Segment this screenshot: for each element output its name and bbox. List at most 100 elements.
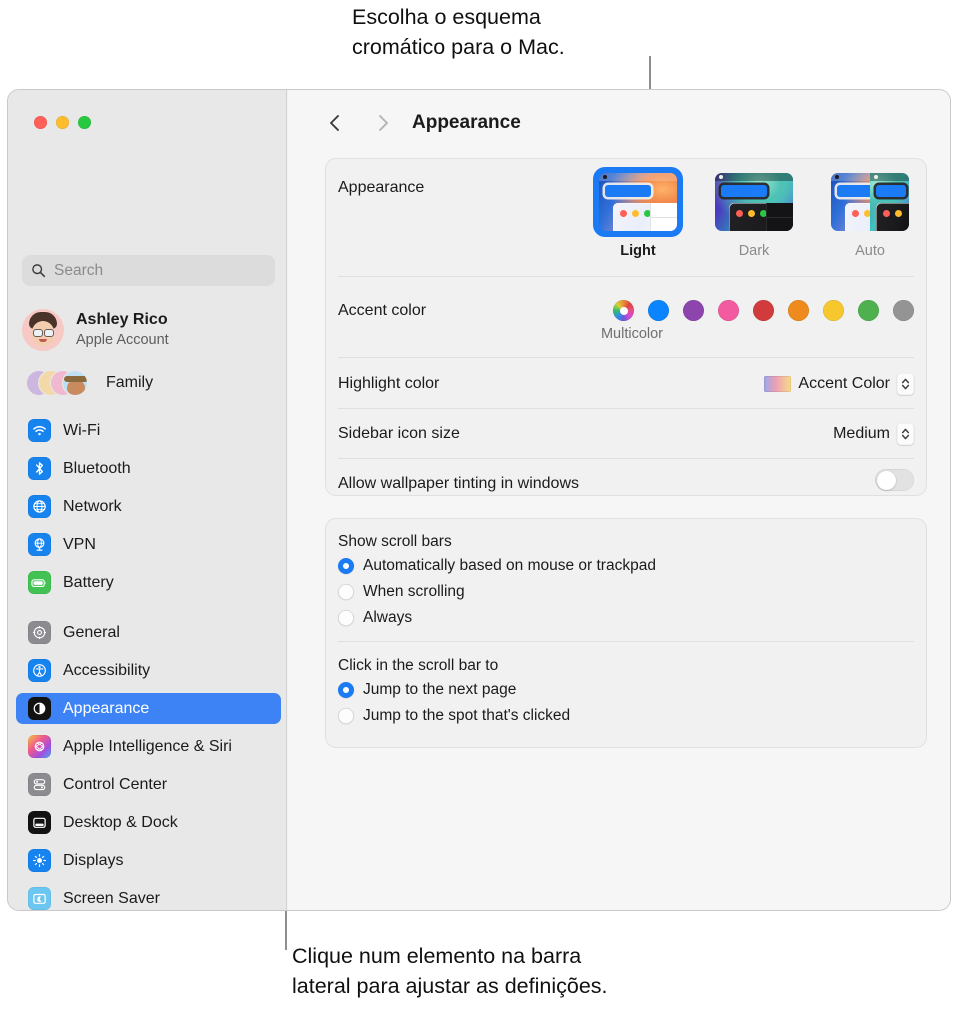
radio-show-always[interactable]: Always	[338, 609, 412, 627]
sidebar-item-wi-fi[interactable]: Wi-Fi	[16, 415, 281, 446]
sidebar-item-general[interactable]: General	[16, 617, 281, 648]
appearance-option-label: Dark	[739, 243, 770, 259]
minimize-button[interactable]	[56, 116, 69, 129]
show-scroll-bars-title: Show scroll bars	[338, 533, 452, 551]
radio-jump-to-spot[interactable]: Jump to the spot that's clicked	[338, 707, 570, 725]
account-name: Ashley Rico	[76, 310, 169, 330]
radio-show-when-scrolling[interactable]: When scrolling	[338, 583, 465, 601]
chevron-left-icon[interactable]	[324, 112, 346, 134]
avatar	[22, 309, 64, 351]
radio-indicator	[338, 682, 354, 698]
appearance-row-label: Appearance	[338, 179, 424, 197]
accent-swatch-yellow[interactable]	[823, 300, 844, 321]
accent-color-selected-name: Multicolor	[601, 326, 663, 342]
gear-icon	[28, 621, 51, 644]
sidebar-item-apple-account[interactable]: Ashley Rico Apple Account	[22, 304, 275, 356]
control-center-icon	[28, 773, 51, 796]
sidebar-item-label: Network	[63, 498, 122, 516]
appearance-options: Light	[591, 169, 917, 259]
accent-swatch-graphite[interactable]	[893, 300, 914, 321]
appearance-option-auto[interactable]: Auto	[823, 169, 917, 259]
screen-saver-icon	[28, 887, 51, 910]
appearance-option-dark[interactable]: Dark	[707, 169, 801, 259]
accent-swatch-orange[interactable]	[788, 300, 809, 321]
radio-label: Always	[363, 609, 412, 627]
sidebar-item-family[interactable]: Family	[22, 366, 275, 400]
sidebar-icon-size-label: Sidebar icon size	[338, 425, 460, 443]
accent-color-row: Accent color Multicolor	[326, 278, 926, 358]
radio-indicator	[338, 708, 354, 724]
wallpaper-tinting-row: Allow wallpaper tinting in windows	[326, 459, 926, 497]
toolbar: Appearance	[288, 90, 950, 152]
sidebar-item-label: Wi-Fi	[63, 422, 100, 440]
account-subtitle: Apple Account	[76, 331, 169, 349]
desktop-dock-icon	[28, 811, 51, 834]
sidebar-group-system: General Accessibility	[16, 617, 281, 911]
sidebar-item-label: Control Center	[63, 776, 167, 794]
callout-appearance-text: Escolha o esquema cromático para o Mac.	[352, 2, 565, 62]
accent-color-options	[613, 300, 914, 321]
search-icon	[31, 263, 46, 278]
sidebar-item-label: VPN	[63, 536, 96, 554]
sidebar-item-label: Accessibility	[63, 662, 150, 680]
sidebar-item-accessibility[interactable]: Accessibility	[16, 655, 281, 686]
sidebar-item-bluetooth[interactable]: Bluetooth	[16, 453, 281, 484]
sidebar-item-screen-saver[interactable]: Screen Saver	[16, 883, 281, 911]
siri-icon	[28, 735, 51, 758]
appearance-row: Appearance	[326, 159, 926, 277]
sidebar-item-label: Bluetooth	[63, 460, 131, 478]
click-scroll-bar-title: Click in the scroll bar to	[338, 657, 498, 675]
accent-swatch-red[interactable]	[753, 300, 774, 321]
sidebar-item-label: Desktop & Dock	[63, 814, 178, 832]
sidebar-group-network: Wi-Fi Bluetooth	[16, 415, 281, 605]
accent-swatch-multicolor[interactable]	[613, 300, 634, 321]
accent-swatch-blue[interactable]	[648, 300, 669, 321]
radio-label: Jump to the next page	[363, 681, 516, 699]
battery-icon	[28, 571, 51, 594]
callout-sidebar-text: Clique num elemento na barra lateral par…	[292, 941, 608, 1001]
bluetooth-icon	[28, 457, 51, 480]
radio-label: When scrolling	[363, 583, 465, 601]
sidebar-item-label: General	[63, 624, 120, 642]
accent-swatch-purple[interactable]	[683, 300, 704, 321]
radio-label: Automatically based on mouse or trackpad	[363, 557, 656, 575]
sidebar-item-apple-intelligence-siri[interactable]: Apple Intelligence & Siri	[16, 731, 281, 762]
sidebar-item-label: Apple Intelligence & Siri	[63, 738, 232, 756]
sidebar-icon-size-popup[interactable]: Medium	[833, 423, 914, 445]
wallpaper-tinting-label: Allow wallpaper tinting in windows	[338, 475, 579, 493]
sidebar-item-control-center[interactable]: Control Center	[16, 769, 281, 800]
radio-jump-next-page[interactable]: Jump to the next page	[338, 681, 516, 699]
chevron-right-icon[interactable]	[372, 112, 394, 134]
radio-indicator	[338, 558, 354, 574]
brightness-icon	[28, 849, 51, 872]
zoom-button[interactable]	[78, 116, 91, 129]
highlight-color-label: Highlight color	[338, 375, 439, 393]
close-button[interactable]	[34, 116, 47, 129]
sidebar-item-battery[interactable]: Battery	[16, 567, 281, 598]
highlight-color-value: Accent Color	[798, 375, 890, 393]
appearance-icon	[28, 697, 51, 720]
sidebar-item-network[interactable]: Network	[16, 491, 281, 522]
page-title: Appearance	[412, 112, 521, 134]
globe-icon	[28, 495, 51, 518]
accent-swatch-green[interactable]	[858, 300, 879, 321]
accessibility-icon	[28, 659, 51, 682]
sidebar-item-label: Family	[106, 374, 153, 392]
sidebar-item-label: Displays	[63, 852, 123, 870]
search-input[interactable]: Search	[22, 255, 275, 286]
highlight-color-swatch	[764, 376, 791, 392]
highlight-color-row: Highlight color Accent Color	[326, 359, 926, 409]
appearance-option-label: Light	[620, 243, 655, 259]
sidebar-item-appearance[interactable]: Appearance	[16, 693, 281, 724]
sidebar-item-label: Screen Saver	[63, 890, 160, 908]
radio-show-automatically[interactable]: Automatically based on mouse or trackpad	[338, 557, 656, 575]
sidebar-item-desktop-dock[interactable]: Desktop & Dock	[16, 807, 281, 838]
highlight-color-popup[interactable]: Accent Color	[764, 373, 914, 395]
sidebar-item-vpn[interactable]: VPN	[16, 529, 281, 560]
accent-swatch-pink[interactable]	[718, 300, 739, 321]
system-settings-window: Search Ashley Rico Apple Account	[7, 89, 951, 911]
appearance-option-light[interactable]: Light	[591, 169, 685, 259]
family-avatars	[26, 370, 92, 396]
sidebar-item-displays[interactable]: Displays	[16, 845, 281, 876]
wallpaper-tinting-toggle[interactable]	[875, 469, 914, 491]
